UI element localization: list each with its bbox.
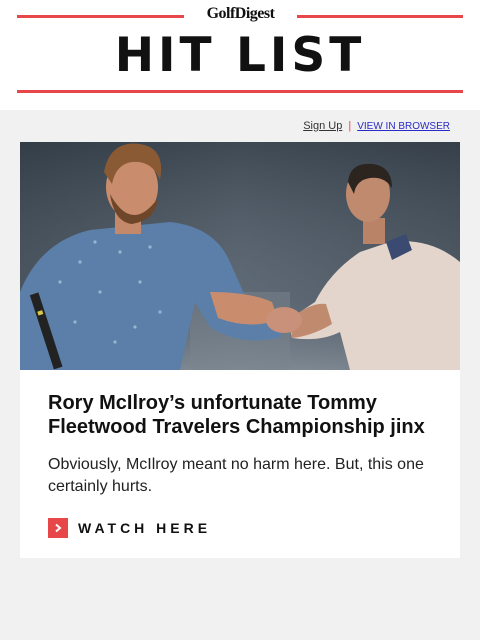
- brand-logo: GolfDigest: [206, 5, 275, 22]
- watch-here-label: WATCH HERE: [78, 520, 212, 536]
- sign-up-link[interactable]: Sign Up: [303, 120, 342, 132]
- watch-here-button[interactable]: WATCH HERE: [48, 518, 211, 538]
- link-separator: |: [348, 120, 352, 132]
- chevron-right-icon: [48, 518, 68, 538]
- view-in-browser-link[interactable]: VIEW IN BROWSER: [357, 121, 450, 132]
- newsletter-title: HIT LIST: [114, 28, 366, 83]
- header-rule-right: [297, 15, 463, 18]
- article-card: Rory McIlroy’s unfortunate Tommy Fleetwo…: [20, 142, 460, 558]
- article-headline[interactable]: Rory McIlroy’s unfortunate Tommy Fleetwo…: [48, 391, 438, 439]
- article-summary: Obviously, McIlroy meant no harm here. B…: [48, 456, 424, 495]
- newsletter-header: GolfDigest HIT LIST: [0, 0, 480, 110]
- header-rule-left: [17, 15, 184, 18]
- article-photo[interactable]: [20, 142, 460, 370]
- header-links: Sign Up | VIEW IN BROWSER: [303, 120, 450, 132]
- header-rule-bottom: [17, 90, 463, 93]
